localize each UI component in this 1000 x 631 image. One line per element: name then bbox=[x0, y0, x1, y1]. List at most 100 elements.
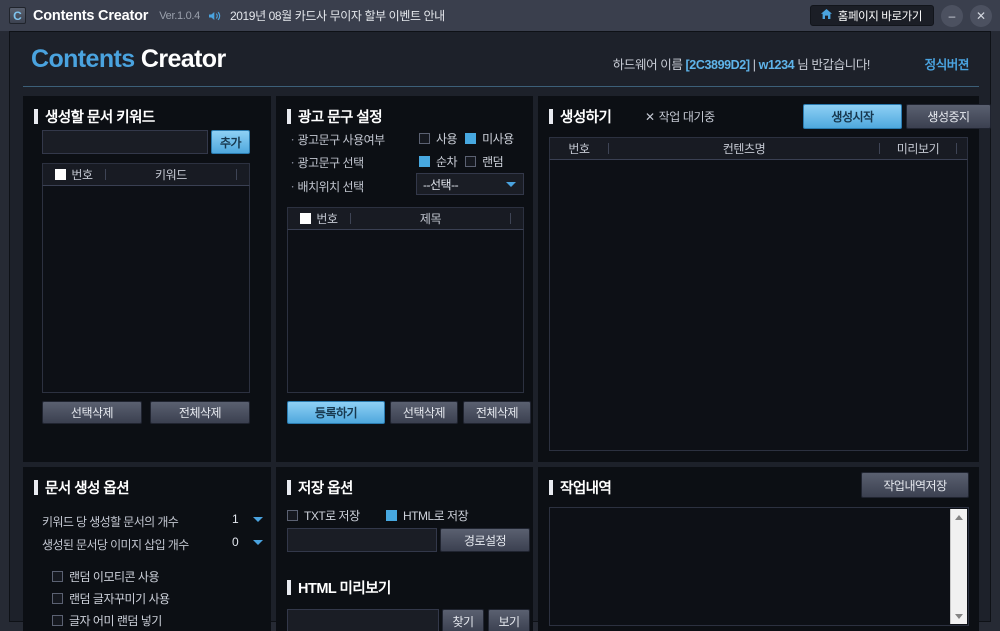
images-per-doc-select[interactable]: 0 bbox=[226, 531, 270, 553]
random-ending-checkbox[interactable] bbox=[52, 615, 63, 626]
column-divider bbox=[956, 143, 957, 154]
images-per-doc-label: 생성된 문서당 이미지 삽입 개수 bbox=[42, 538, 189, 552]
worklog-panel-title: 작업내역 bbox=[549, 477, 612, 498]
chevron-down-icon bbox=[253, 517, 263, 522]
ad-use-off-checkbox[interactable] bbox=[465, 133, 477, 144]
save-path-input[interactable] bbox=[287, 528, 437, 552]
scroll-up-button[interactable] bbox=[951, 509, 967, 525]
adtext-col-no[interactable]: 번호 bbox=[288, 208, 350, 229]
ad-use-off-label: 미사용 bbox=[482, 132, 514, 146]
status-x-icon: ✕ bbox=[645, 109, 655, 124]
keyword-delete-selected-button[interactable]: 선택삭제 bbox=[42, 401, 142, 424]
generate-table-body[interactable] bbox=[549, 160, 968, 451]
ad-position-row: 배치위치 선택 bbox=[287, 178, 365, 195]
header-divider bbox=[23, 86, 979, 87]
triangle-up-icon bbox=[955, 514, 963, 520]
save-html-option[interactable]: HTML로 저장 bbox=[386, 507, 469, 524]
adtext-table-body[interactable] bbox=[287, 230, 524, 393]
ad-select-label: 광고문구 선택 bbox=[287, 154, 365, 171]
homepage-shortcut-label: 홈페이지 바로가기 bbox=[837, 10, 923, 23]
ad-position-select[interactable]: --선택-- bbox=[416, 173, 524, 195]
adtext-delete-selected-button[interactable]: 선택삭제 bbox=[390, 401, 458, 424]
save-txt-checkbox[interactable] bbox=[287, 510, 298, 521]
homepage-shortcut-button[interactable]: 홈페이지 바로가기 bbox=[809, 5, 934, 26]
scroll-down-button[interactable] bbox=[951, 608, 967, 624]
keyword-col-keyword-label: 키워드 bbox=[155, 168, 187, 182]
adtext-col-no-label: 번호 bbox=[316, 212, 338, 226]
ad-select-row: 광고문구 선택 bbox=[287, 154, 365, 171]
chevron-down-icon bbox=[253, 540, 263, 545]
save-txt-option[interactable]: TXT로 저장 bbox=[287, 507, 360, 524]
html-preview-view-button[interactable]: 보기 bbox=[488, 609, 530, 631]
stop-generate-button[interactable]: 생성중지 bbox=[906, 104, 991, 129]
keyword-table-body[interactable] bbox=[42, 186, 250, 393]
ad-use-label: 광고문구 사용여부 bbox=[287, 131, 386, 148]
ad-select-options: 순차 랜덤 bbox=[419, 153, 504, 170]
generate-panel: 생성하기 ✕ 작업 대기중 생성시작 생성중지 번호 컨텐츠명 미리보기 bbox=[538, 96, 991, 462]
title-bar: C Contents Creator Ver.1.0.4 2019년 08월 카… bbox=[0, 0, 1000, 31]
docs-per-keyword-select[interactable]: 1 bbox=[226, 508, 270, 530]
adtext-panel: 광고 문구 설정 광고문구 사용여부 사용 미사용 광고문구 선택 bbox=[276, 96, 533, 462]
adtext-col-title: 제목 bbox=[351, 208, 510, 229]
generate-col-preview: 미리보기 bbox=[880, 138, 956, 159]
save-html-checkbox[interactable] bbox=[386, 510, 397, 521]
ad-position-value: --선택-- bbox=[423, 177, 459, 192]
hardware-name-label: 하드웨어 이름 bbox=[612, 58, 683, 72]
docopt-panel-title: 문서 생성 옵션 bbox=[34, 477, 130, 498]
random-emoticon-option[interactable]: 랜덤 이모티콘 사용 bbox=[52, 568, 160, 585]
generate-table-header: 번호 컨텐츠명 미리보기 bbox=[549, 137, 968, 160]
minimize-button[interactable]: – bbox=[941, 4, 963, 27]
generate-col-preview-label: 미리보기 bbox=[896, 142, 940, 156]
window-controls: 홈페이지 바로가기 – ✕ bbox=[809, 0, 992, 31]
greeting-text: 님 반갑습니다! bbox=[797, 58, 870, 72]
notice-text[interactable]: 2019년 08월 카드사 무이자 할부 이벤트 안내 bbox=[230, 7, 445, 24]
generate-col-content: 컨텐츠명 bbox=[609, 138, 879, 159]
ad-order-sequential-option[interactable]: 순차 bbox=[419, 153, 458, 170]
keyword-delete-all-button[interactable]: 전체삭제 bbox=[150, 401, 250, 424]
worklog-scrollbar[interactable] bbox=[950, 509, 967, 624]
worklog-textarea[interactable] bbox=[549, 507, 969, 626]
close-button[interactable]: ✕ bbox=[970, 4, 992, 27]
application-window: C Contents Creator Ver.1.0.4 2019년 08월 카… bbox=[0, 0, 1000, 631]
generate-col-no-label: 번호 bbox=[568, 142, 590, 156]
html-preview-path-input[interactable] bbox=[287, 609, 439, 631]
ad-use-off-option[interactable]: 미사용 bbox=[465, 130, 514, 147]
brand-second-word: Creator bbox=[140, 45, 226, 73]
random-text-decoration-option[interactable]: 랜덤 글자꾸미기 사용 bbox=[52, 590, 170, 607]
random-emoticon-label: 랜덤 이모티콘 사용 bbox=[69, 570, 160, 584]
random-text-decoration-checkbox[interactable] bbox=[52, 593, 63, 604]
hardware-id: [2C3899D2] bbox=[685, 58, 750, 72]
generate-col-content-label: 컨텐츠명 bbox=[722, 142, 766, 156]
docopt-panel: 문서 생성 옵션 키워드 당 생성할 문서의 개수 1 생성된 문서당 이미지 … bbox=[23, 467, 271, 631]
start-generate-button[interactable]: 생성시작 bbox=[803, 104, 902, 129]
adtext-register-button[interactable]: 등록하기 bbox=[287, 401, 385, 424]
save-path-button[interactable]: 경로설정 bbox=[440, 528, 530, 552]
keyword-input[interactable] bbox=[42, 130, 208, 154]
html-preview-find-button[interactable]: 찾기 bbox=[442, 609, 484, 631]
select-all-adtext-checkbox[interactable] bbox=[300, 213, 312, 224]
save-txt-label: TXT로 저장 bbox=[304, 509, 360, 523]
brand-first-word: Contents bbox=[31, 45, 135, 73]
info-separator: | bbox=[752, 58, 756, 72]
keyword-col-no[interactable]: 번호 bbox=[43, 164, 105, 185]
add-keyword-button[interactable]: 추가 bbox=[211, 130, 250, 154]
license-status[interactable]: 정식버젼 bbox=[925, 54, 970, 73]
user-name: w1234 bbox=[758, 58, 795, 72]
random-emoticon-checkbox[interactable] bbox=[52, 571, 63, 582]
docs-per-keyword-label: 키워드 당 생성할 문서의 개수 bbox=[42, 515, 179, 529]
adtext-panel-title: 광고 문구 설정 bbox=[287, 106, 383, 127]
ad-order-random-checkbox[interactable] bbox=[465, 156, 477, 167]
select-all-keywords-checkbox[interactable] bbox=[55, 169, 67, 180]
random-ending-option[interactable]: 글자 어미 랜덤 넣기 bbox=[52, 612, 162, 629]
save-worklog-button[interactable]: 작업내역저장 bbox=[861, 472, 969, 498]
ad-use-on-checkbox[interactable] bbox=[419, 133, 430, 144]
ad-order-sequential-label: 순차 bbox=[436, 155, 458, 169]
adtext-delete-all-button[interactable]: 전체삭제 bbox=[463, 401, 531, 424]
adtext-table-header: 번호 제목 bbox=[287, 207, 524, 230]
ad-order-random-option[interactable]: 랜덤 bbox=[465, 153, 504, 170]
ad-use-on-option[interactable]: 사용 bbox=[419, 130, 458, 147]
ad-order-sequential-checkbox[interactable] bbox=[419, 156, 430, 167]
ad-use-row: 광고문구 사용여부 bbox=[287, 131, 386, 148]
brand-logo: Contents Creator bbox=[31, 45, 226, 74]
home-icon bbox=[820, 8, 833, 23]
